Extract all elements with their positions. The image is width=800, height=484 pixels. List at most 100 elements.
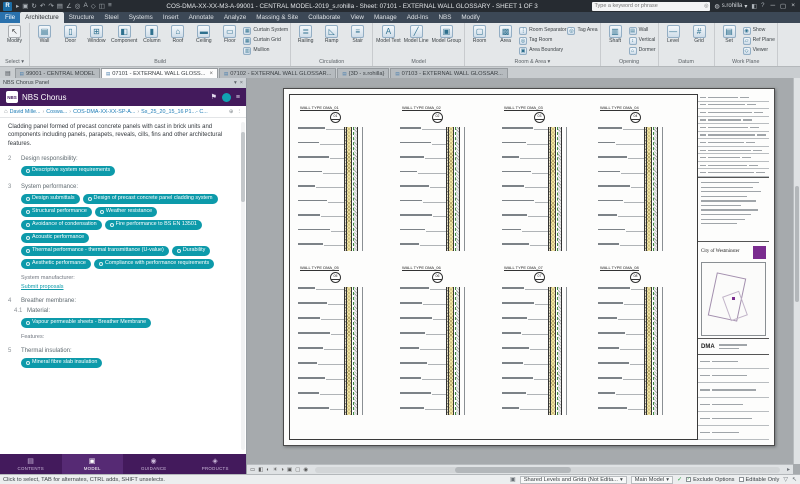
spec-clause-pill[interactable]: Aesthetic performance bbox=[21, 258, 91, 269]
communication-center-icon[interactable]: ◧ bbox=[751, 3, 757, 10]
pin-icon[interactable]: ⊕ bbox=[229, 109, 234, 115]
nbs-tab-contents[interactable]: ▤ CONTENTS bbox=[0, 454, 62, 474]
button-grid[interactable]: # Grid bbox=[687, 24, 712, 57]
horizontal-scrollbar[interactable] bbox=[315, 466, 780, 473]
spec-clause-pill[interactable]: Design of precast concrete panel claddin… bbox=[82, 194, 218, 205]
button-door[interactable]: ▯ Door bbox=[58, 24, 83, 57]
search-input[interactable] bbox=[594, 3, 703, 9]
ribbon-tab-manage[interactable]: Manage bbox=[369, 12, 402, 23]
button-column[interactable]: ▮ Column bbox=[139, 24, 164, 57]
spec-clause-pill[interactable]: Vapour permeable sheets - Breather Membr… bbox=[21, 317, 152, 328]
ribbon-tab-add-ins[interactable]: Add-Ins bbox=[402, 12, 434, 23]
view-tab-07102-external-wall-glossar[interactable]: ▤ 07102 - EXTERNAL WALL GLOSSAR... bbox=[218, 68, 337, 78]
nbs-tab-model[interactable]: ▣ MODEL bbox=[61, 454, 123, 474]
ribbon-tab-analyze[interactable]: Analyze bbox=[219, 12, 251, 23]
spec-clause-pill[interactable]: Structural performance bbox=[21, 207, 92, 217]
button-mullion[interactable]: ▥ Mullion bbox=[243, 46, 288, 55]
visual-style-icon[interactable]: ◐ bbox=[266, 467, 269, 473]
panel-scrollbar[interactable] bbox=[241, 122, 245, 450]
view-tab-07101-external-wall-gloss[interactable]: ▤ 07101 - EXTERNAL WALL GLOSS... × bbox=[100, 68, 218, 78]
ribbon-group-label[interactable]: Build bbox=[32, 57, 288, 66]
view-tab-07103-external-wall-glossar[interactable]: ▤ 07103 - EXTERNAL WALL GLOSSAR... bbox=[390, 68, 508, 78]
minimize-button[interactable]: ─ bbox=[770, 2, 775, 10]
button-tag-room[interactable]: ◎ Tag Room bbox=[519, 36, 566, 45]
print-icon[interactable]: ▤ bbox=[57, 2, 63, 10]
section-note-link[interactable]: Submit proposals bbox=[21, 284, 234, 290]
filter-icon[interactable]: ▽ bbox=[783, 476, 788, 483]
measure-icon[interactable]: ∠ bbox=[66, 2, 72, 10]
vertical-scroll-thumb[interactable] bbox=[795, 186, 799, 302]
maximize-button[interactable]: ▢ bbox=[780, 2, 786, 10]
sun-path-icon[interactable]: ☀ bbox=[273, 467, 278, 473]
open-icon[interactable]: ▸ bbox=[16, 2, 19, 10]
default-3d-view-icon[interactable]: ◇ bbox=[91, 2, 96, 10]
menu-icon[interactable]: ≡ bbox=[236, 94, 240, 101]
ribbon-group-label[interactable]: Work Plane bbox=[717, 57, 775, 66]
vertical-scrollbar[interactable] bbox=[793, 78, 800, 464]
spec-clause-pill[interactable]: Durability bbox=[171, 245, 211, 256]
home-icon[interactable]: ⌂ bbox=[4, 109, 8, 115]
button-railing[interactable]: ≣ Railing bbox=[293, 24, 318, 57]
ribbon-tab-file[interactable]: File bbox=[0, 12, 21, 23]
redo-icon[interactable]: ↷ bbox=[48, 2, 53, 10]
bookmark-icon[interactable]: ⚑ bbox=[211, 93, 217, 101]
search-icon[interactable]: ◎ bbox=[704, 3, 708, 9]
button-room-separator[interactable]: ┆ Room Separator bbox=[519, 26, 566, 35]
button-room[interactable]: ▢ Room bbox=[467, 24, 492, 57]
button-stair[interactable]: ≡ Stair bbox=[345, 24, 370, 57]
spec-clause-pill[interactable]: Compliance with performance requirements bbox=[93, 258, 215, 269]
button-model-group[interactable]: ▣ Model Group bbox=[431, 24, 462, 57]
tag-icon[interactable]: ◎ bbox=[75, 2, 81, 10]
drawing-area[interactable]: City of Westminster DMA WALL TYPE DMA_01 0… bbox=[247, 78, 800, 474]
button-dormer[interactable]: ⌂ Dormer bbox=[628, 46, 656, 55]
button-show[interactable]: ◉ Show bbox=[742, 26, 775, 35]
panel-pin-icon[interactable]: ▾ bbox=[234, 80, 237, 86]
nbs-tab-guidance[interactable]: ◉ GUIDANCE bbox=[123, 454, 185, 474]
editable-only-checkbox[interactable]: Editable Only bbox=[738, 477, 779, 483]
spec-clause-pill[interactable]: Design submittals bbox=[21, 194, 80, 205]
button-floor[interactable]: ▭ Floor bbox=[217, 24, 242, 57]
button-model-text[interactable]: A Model Text bbox=[375, 24, 402, 57]
section-icon[interactable]: ◫ bbox=[99, 2, 105, 10]
button-set[interactable]: ▤ Set bbox=[717, 24, 742, 57]
button-shaft[interactable]: ▥ Shaft bbox=[603, 24, 628, 57]
button-window[interactable]: ⊞ Window bbox=[84, 24, 109, 57]
spec-clause-pill[interactable]: Fire performance to BS EN 13501 bbox=[104, 219, 202, 230]
breadcrumb-link[interactable]: COS-DMA-XX-XX-SP-A... bbox=[73, 109, 135, 115]
worksets-icon[interactable]: ▣ bbox=[510, 476, 516, 483]
sync-with-central-icon[interactable]: ↻ bbox=[31, 2, 36, 10]
ribbon-group-label[interactable]: Opening bbox=[603, 57, 656, 66]
signed-in-user[interactable]: ◍ s.rohilla ▾ bbox=[714, 3, 747, 10]
ribbon-group-label[interactable]: Model bbox=[375, 57, 462, 66]
scroll-right-icon[interactable]: ▸ bbox=[787, 466, 790, 473]
revit-logo[interactable]: R bbox=[3, 1, 12, 11]
breadcrumb-link[interactable]: Coswa... bbox=[46, 109, 67, 115]
button-wall[interactable]: ▤ Wall bbox=[628, 26, 656, 35]
ribbon-tab-annotate[interactable]: Annotate bbox=[184, 12, 219, 23]
crop-view-icon[interactable]: ▣ bbox=[287, 467, 292, 473]
exclude-options-checkbox[interactable]: ✓ Exclude Options bbox=[686, 477, 735, 483]
ribbon-tab-insert[interactable]: Insert bbox=[158, 12, 184, 23]
breadcrumb-link[interactable]: David Mille... bbox=[10, 109, 41, 115]
ribbon-tab-nbs[interactable]: NBS bbox=[433, 12, 456, 23]
spec-clause-pill[interactable]: Descriptive system requirements bbox=[21, 166, 116, 177]
button-area[interactable]: ▩ Area bbox=[493, 24, 518, 57]
more-icon[interactable]: ⋮ bbox=[237, 109, 243, 115]
crop-region-icon[interactable]: ▢ bbox=[295, 467, 300, 473]
view-tab-3d-s-rohilla[interactable]: ▤ {3D - s.rohilla} bbox=[337, 68, 390, 78]
undo-icon[interactable]: ↶ bbox=[40, 2, 45, 10]
ribbon-group-label[interactable]: Datum bbox=[661, 57, 712, 66]
spec-clause-pill[interactable]: Thermal performance - thermal transmitta… bbox=[21, 245, 169, 256]
button-wall[interactable]: ▤ Wall bbox=[32, 24, 57, 57]
nbs-tab-products[interactable]: ◈ PRODUCTS bbox=[185, 454, 247, 474]
view-tabs-menu-icon[interactable]: ▤ bbox=[2, 70, 14, 78]
button-curtain-system[interactable]: ▦ Curtain System bbox=[243, 26, 288, 35]
reveal-hidden-icon[interactable]: ◉ bbox=[303, 467, 308, 473]
ribbon-tab-view[interactable]: View bbox=[345, 12, 369, 23]
ribbon-group-label[interactable]: Room & Area ▾ bbox=[467, 57, 597, 66]
design-option-selector[interactable]: Main Model ▾ bbox=[630, 475, 674, 484]
ribbon-tab-massing-site[interactable]: Massing & Site bbox=[251, 12, 303, 23]
spec-clause-pill[interactable]: Weather resistance bbox=[94, 207, 158, 217]
ribbon-group-label[interactable]: Select ▾ bbox=[2, 57, 27, 66]
spec-clause-pill[interactable]: Avoidance of condensation bbox=[21, 219, 102, 230]
